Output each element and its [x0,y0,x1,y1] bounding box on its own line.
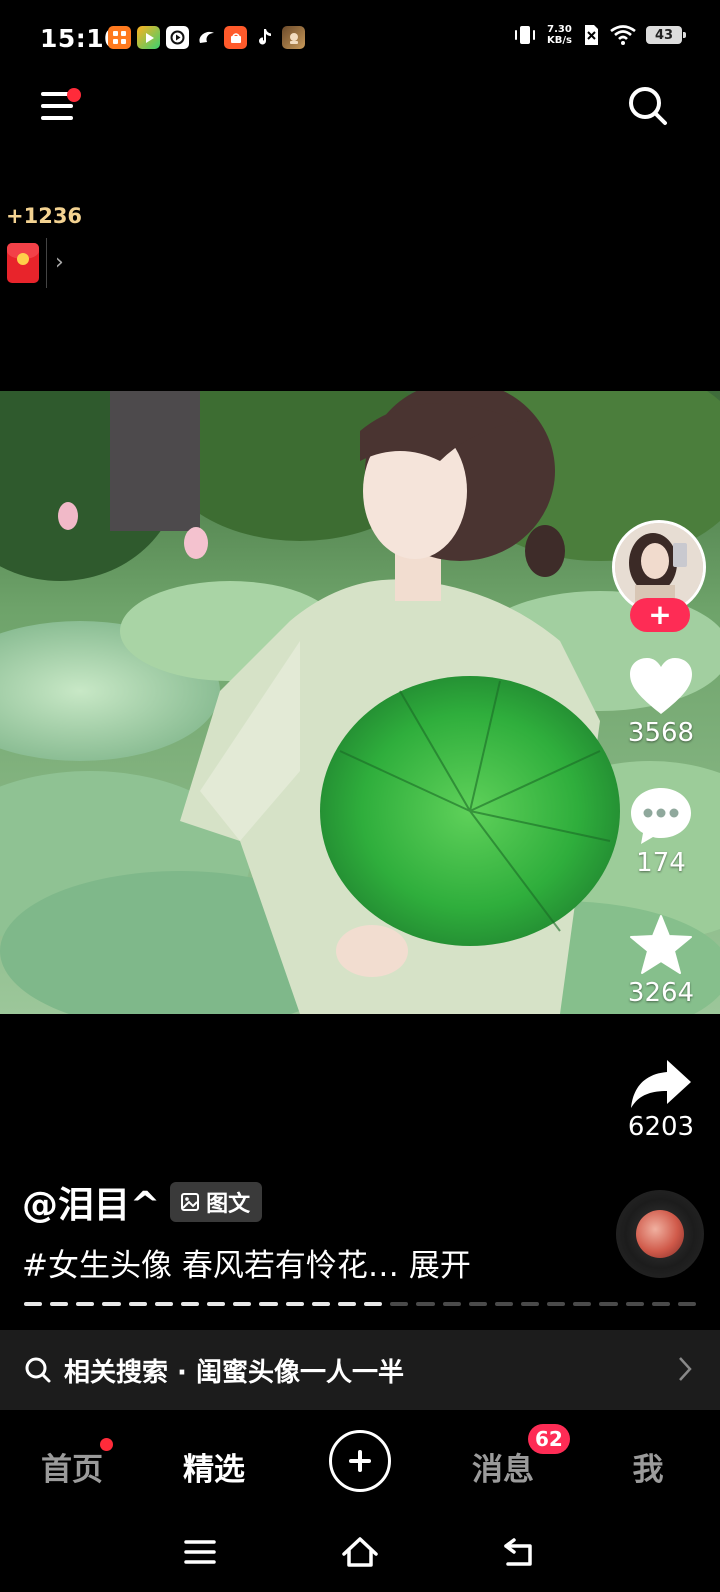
reward-divider [46,238,47,288]
reward-expand-chevron[interactable]: › [55,250,64,275]
share-action[interactable]: 6203 [616,1058,706,1142]
envelope-coin [17,253,29,265]
messages-badge: 62 [528,1424,570,1454]
progress-segment [599,1302,618,1306]
progress-segment [207,1302,226,1306]
network-speed: 7.30 KB/s [547,24,572,46]
vibrate-icon [515,26,536,44]
progress-segment [102,1302,121,1306]
progress-segment [259,1302,278,1306]
progress-segment [128,1302,147,1306]
home-icon [342,1537,378,1567]
comment-icon [631,788,691,844]
progress-segment [468,1302,487,1306]
play-app-icon [166,26,189,49]
author-name[interactable]: @泪目^ [22,1176,160,1228]
progress-segment [311,1302,330,1306]
progress-segment [233,1302,252,1306]
like-action[interactable]: 3568 [616,656,706,748]
progress-segment [520,1302,540,1306]
progress-segment [180,1302,200,1306]
progress-segment [547,1302,566,1306]
recent-apps-button[interactable] [180,1534,220,1570]
chevron-right-icon [679,1357,692,1381]
image-icon [181,1193,200,1211]
progress-segment [154,1302,173,1306]
comment-action[interactable]: 174 [616,786,706,878]
status-indicators: 7.30 KB/s 43 [513,24,686,46]
home-notification-dot [100,1438,113,1451]
tab-me[interactable]: 我 [633,1444,664,1489]
tab-featured[interactable]: 精选 [183,1444,245,1489]
tab-home[interactable]: 首页 [41,1444,103,1489]
search-icon [629,87,667,125]
swirl-app-icon [195,26,218,49]
expand-caption-button[interactable]: 展开 [409,1248,471,1284]
system-navigation-bar [0,1512,720,1592]
music-cover [636,1210,684,1258]
create-post-button[interactable] [329,1430,391,1492]
star-icon [630,915,692,974]
music-disc[interactable] [616,1190,704,1278]
progress-segment [364,1302,383,1306]
shop-app-icon [224,26,247,49]
progress-segment [337,1302,357,1306]
follow-button[interactable]: + [630,598,690,632]
favorite-count: 3264 [627,978,695,1008]
progress-segment [50,1302,69,1306]
notification-dot [67,88,81,102]
game-app-icon [282,26,305,49]
image-progress-bar [24,1302,697,1306]
post-caption[interactable]: #女生头像 春风若有怜花… 展开 [22,1240,471,1285]
search-button[interactable] [626,84,670,128]
reward-count[interactable]: +1236 [6,204,82,228]
status-bar: 15:10 7.30 KB/s 43 [0,0,720,78]
bottom-navigation: 首页 精选 消息 62 我 [0,1410,720,1512]
progress-segment [416,1302,435,1306]
network-speed-value: 7.30 [547,24,572,35]
progress-segment [494,1302,513,1306]
back-icon [504,1538,532,1566]
like-count: 3568 [627,718,695,748]
progress-segment [24,1302,43,1306]
post-image-illustration [0,391,720,1014]
heart-icon [630,658,692,714]
no-sim-icon [585,25,598,45]
tiktok-app-icon [253,26,276,49]
menu-icon-bar [41,104,73,108]
wifi-icon [610,25,636,45]
progress-segment [285,1302,304,1306]
progress-segment [651,1302,670,1306]
back-button[interactable] [500,1534,540,1570]
progress-segment [573,1302,592,1306]
search-icon [25,1357,51,1383]
comment-count: 174 [636,848,686,878]
post-type-label: 图文 [206,1192,251,1217]
progress-segment [442,1302,461,1306]
related-search-text: 相关搜索 · 闺蜜头像一人一半 [64,1357,404,1388]
related-search-bar[interactable]: 相关搜索 · 闺蜜头像一人一半 [0,1330,720,1410]
progress-segment [76,1302,95,1306]
caption-text: #女生头像 春风若有怜花… [22,1248,399,1284]
progress-segment [677,1302,697,1306]
share-arrow-icon [631,1060,691,1108]
menu-icon-bar [41,116,73,120]
network-speed-unit: KB/s [547,35,572,46]
menu-lines-icon [184,1540,216,1564]
progress-segment [390,1302,409,1306]
home-button[interactable] [340,1534,380,1570]
video-app-icon [137,26,160,49]
post-type-badge: 图文 [170,1182,263,1222]
author-row: @泪目^ 图文 [22,1176,263,1228]
grid-app-icon [108,26,131,49]
post-image[interactable] [0,391,720,1014]
share-count: 6203 [627,1112,695,1142]
progress-segment [625,1302,644,1306]
red-envelope-icon[interactable] [7,243,39,283]
menu-button[interactable] [38,88,81,128]
favorite-action[interactable]: 3264 [616,914,706,1008]
tab-messages[interactable]: 消息 [472,1444,534,1489]
status-app-icons [108,26,305,49]
battery-indicator: 43 [646,26,686,44]
